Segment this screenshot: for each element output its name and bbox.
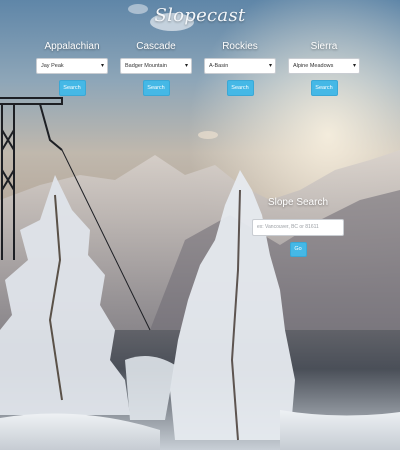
resort-select-appalachian[interactable]: Jay Peak ▾	[36, 58, 108, 74]
resort-select-cascade[interactable]: Badger Mountain ▾	[120, 58, 192, 74]
selected-resort: Alpine Meadows	[293, 63, 334, 69]
region-cascade: Cascade Badger Mountain ▾ Search	[120, 41, 192, 96]
go-button[interactable]: Go	[289, 241, 307, 257]
region-label: Rockies	[222, 41, 258, 52]
resort-select-sierra[interactable]: Alpine Meadows ▾	[288, 58, 360, 74]
chevron-down-icon: ▾	[352, 63, 356, 69]
location-search-input[interactable]	[252, 218, 344, 236]
region-appalachian: Appalachian Jay Peak ▾ Search	[36, 41, 108, 96]
app-title: Slopecast	[154, 5, 246, 26]
region-label: Appalachian	[44, 41, 100, 52]
cloud	[198, 131, 218, 139]
search-button-appalachian[interactable]: Search	[58, 80, 86, 96]
region-rockies: Rockies A-Basin ▾ Search	[204, 41, 276, 96]
selected-resort: A-Basin	[209, 63, 229, 69]
selected-resort: Badger Mountain	[125, 63, 167, 69]
region-label: Cascade	[136, 41, 176, 52]
resort-select-rockies[interactable]: A-Basin ▾	[204, 58, 276, 74]
page: Slopecast Appalachian Jay Peak ▾ Search …	[0, 0, 400, 450]
slope-search-panel: Slope Search Go	[252, 197, 344, 257]
search-button-cascade[interactable]: Search	[142, 80, 170, 96]
search-button-rockies[interactable]: Search	[226, 80, 254, 96]
region-label: Sierra	[310, 41, 338, 52]
selected-resort: Jay Peak	[41, 63, 64, 69]
chevron-down-icon: ▾	[268, 63, 272, 69]
chevron-down-icon: ▾	[100, 63, 104, 69]
chevron-down-icon: ▾	[184, 63, 188, 69]
region-sierra: Sierra Alpine Meadows ▾ Search	[288, 41, 360, 96]
slope-search-title: Slope Search	[267, 197, 329, 208]
search-button-sierra[interactable]: Search	[310, 80, 338, 96]
